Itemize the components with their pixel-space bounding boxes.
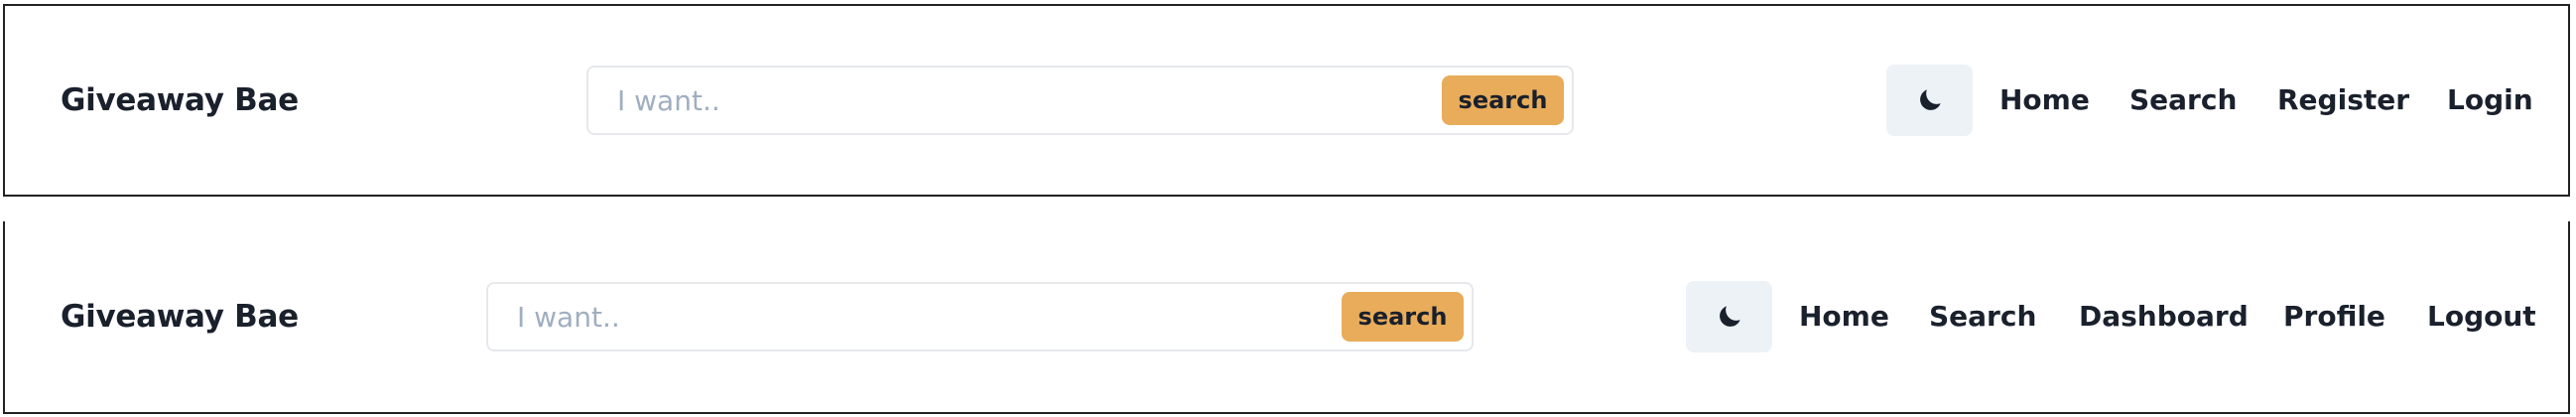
nav-link-search[interactable]: Search [1929, 297, 2036, 337]
navbar-logged-in: Giveaway Bae search Home Search Dashboar… [3, 221, 2570, 414]
navbar: Giveaway Bae search Home Search Dashboar… [5, 221, 2568, 412]
navbar-logged-out: Giveaway Bae search Home Search Register… [3, 4, 2570, 197]
nav-link-logout[interactable]: Logout [2427, 297, 2536, 337]
nav-link-dashboard[interactable]: Dashboard [2079, 297, 2249, 337]
nav-link-home[interactable]: Home [1799, 297, 1889, 337]
nav-links: Home Search Dashboard Profile Logout [5, 221, 2568, 412]
nav-link-login[interactable]: Login [2447, 80, 2533, 120]
navbar: Giveaway Bae search Home Search Register… [5, 6, 2568, 195]
nav-link-search[interactable]: Search [2129, 80, 2237, 120]
nav-link-register[interactable]: Register [2277, 80, 2409, 120]
nav-links: Home Search Register Login [5, 6, 2568, 195]
nav-link-profile[interactable]: Profile [2283, 297, 2385, 337]
nav-link-home[interactable]: Home [1999, 80, 2090, 120]
